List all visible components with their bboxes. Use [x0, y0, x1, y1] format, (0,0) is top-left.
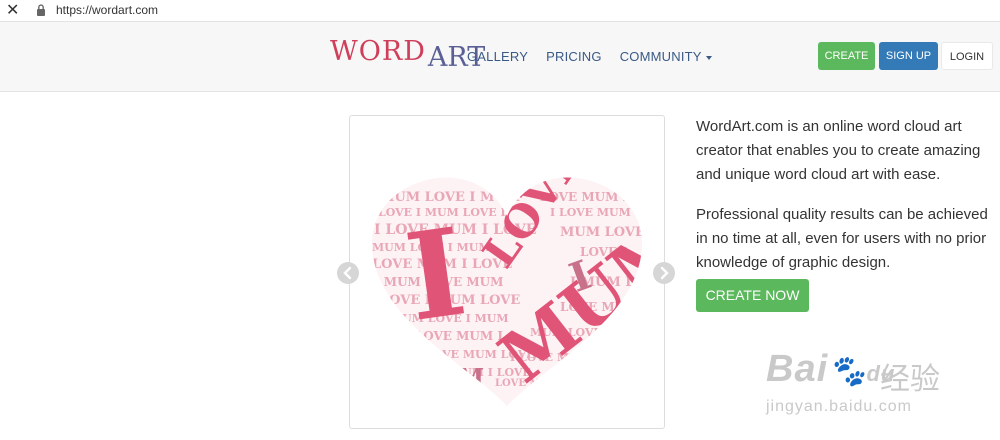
watermark-brand-1: Bai — [766, 348, 829, 390]
intro-section: WordArt.com is an online word cloud art … — [696, 115, 996, 291]
create-button[interactable]: CREATE — [818, 42, 875, 70]
site-navbar: WORD ART GALLERY PRICING COMMUNITY CREAT… — [0, 22, 1000, 92]
url-text[interactable]: https://wordart.com — [56, 3, 158, 17]
close-icon[interactable]: ✕ — [6, 1, 19, 21]
baidu-watermark: Bai🐾du 经验 jingyan.baidu.com — [762, 338, 992, 428]
lock-icon — [37, 4, 45, 16]
watermark-cn: 经验 — [880, 363, 940, 396]
watermark-sub: jingyan.baidu.com — [766, 398, 912, 415]
chevron-right-icon — [660, 266, 669, 280]
carousel-prev-button[interactable] — [337, 262, 359, 284]
nav-community[interactable]: COMMUNITY — [620, 49, 712, 64]
heart-wordcloud-image: MUM LOVE I MUM LOVE I MUM LOVE I I LOVE … — [371, 177, 643, 407]
paw-icon: 🐾 — [828, 355, 867, 388]
caret-down-icon — [705, 55, 712, 60]
login-button[interactable]: LOGIN — [941, 42, 993, 70]
watermark-brand: Bai🐾du — [766, 348, 895, 391]
logo-word: WORD — [330, 36, 426, 67]
wordart-logo[interactable]: WORD ART — [330, 36, 485, 78]
nav-links: GALLERY PRICING COMMUNITY — [467, 49, 730, 64]
nav-community-label: COMMUNITY — [619, 49, 702, 64]
browser-address-bar: ✕ https://wordart.com — [0, 0, 1000, 22]
intro-paragraph-1: WordArt.com is an online word cloud art … — [696, 118, 981, 183]
chevron-left-icon — [343, 266, 352, 280]
signup-button[interactable]: SIGN UP — [879, 42, 938, 70]
intro-paragraph-2: Professional quality results can be achi… — [696, 206, 988, 271]
nav-gallery[interactable]: GALLERY — [467, 49, 528, 64]
carousel-frame: MUM LOVE I MUM LOVE I MUM LOVE I I LOVE … — [349, 115, 665, 429]
create-now-button[interactable]: CREATE NOW — [696, 279, 809, 312]
carousel-next-button[interactable] — [653, 262, 675, 284]
svg-text:MUM: MUM — [410, 363, 484, 392]
nav-pricing[interactable]: PRICING — [546, 49, 602, 64]
